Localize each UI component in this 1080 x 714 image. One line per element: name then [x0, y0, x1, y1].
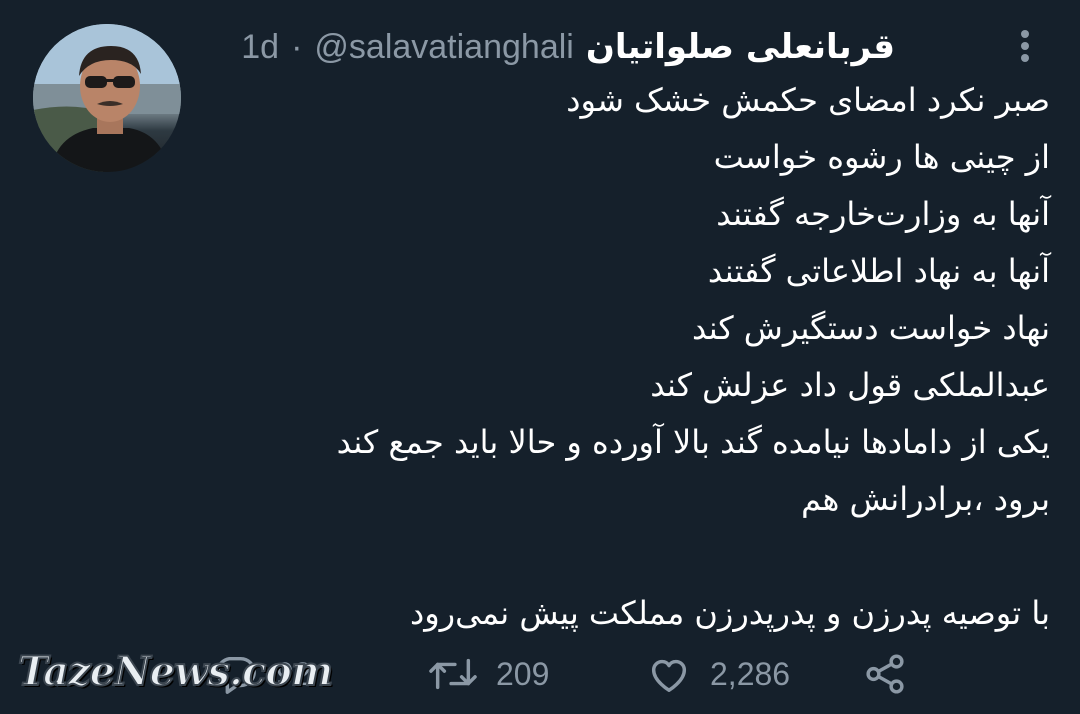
tweet-line: آنها به وزارت‌خارجه گفتند — [716, 195, 1050, 233]
retweet-count: 209 — [496, 655, 550, 692]
tweet-line: از چینی ها رشوه خواست — [713, 138, 1050, 176]
watermark-logo: TazeNews.com — [17, 647, 334, 696]
like-count: 2,286 — [710, 655, 791, 692]
tweet-line: یکی از دامادها نیامده گند بالا آورده و ح… — [336, 423, 1050, 461]
share-icon — [866, 654, 904, 694]
tweet-line: نهاد خواست دستگیرش کند — [691, 309, 1050, 347]
header-separator: · — [291, 27, 303, 66]
heart-icon — [651, 659, 687, 693]
like-button[interactable]: 2,286 — [646, 646, 790, 702]
retweet-button[interactable]: 209 — [428, 646, 549, 702]
tweet-card: قربانعلی صلواتیان @salavatianghali · 1d … — [0, 0, 1080, 714]
tweet-line: صبر نکرد امضای حکمش خشک شود — [566, 81, 1050, 119]
tweet-line: آنها به نهاد اطلاعاتی گفتند — [707, 252, 1050, 290]
author-avatar[interactable] — [33, 24, 181, 172]
more-options-button[interactable] — [1010, 26, 1040, 66]
avatar-photo — [33, 24, 181, 172]
author-handle[interactable]: @salavatianghali — [314, 28, 573, 67]
author-display-name[interactable]: قربانعلی صلواتیان — [586, 27, 895, 67]
tweet-header: قربانعلی صلواتیان @salavatianghali · 1d — [210, 22, 895, 72]
retweet-icon — [429, 658, 477, 690]
tweet-timestamp[interactable]: 1d — [241, 28, 279, 67]
more-vertical-icon — [1021, 30, 1029, 62]
tweet-text: صبر نکرد امضای حکمش خشک شود از چینی ها ر… — [230, 72, 1050, 642]
share-button[interactable] — [862, 646, 908, 702]
tweet-line: با توصیه پدرزن و پدرپدرزن مملکت پیش نمی‌… — [409, 594, 1050, 632]
tweet-line: عبدالملکی قول داد عزلش کند — [650, 366, 1050, 404]
tweet-line: برود ،برادرانش هم — [801, 480, 1050, 518]
